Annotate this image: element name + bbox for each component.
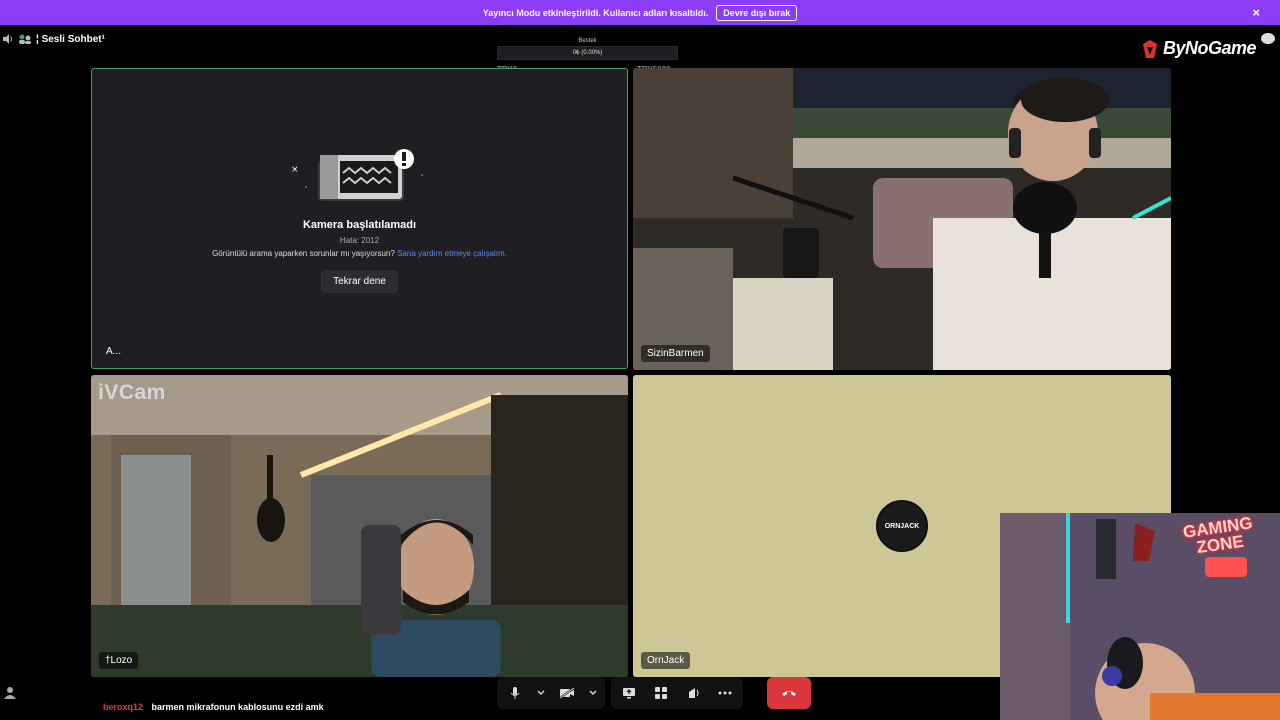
screen-share-icon[interactable] xyxy=(617,681,641,705)
chat-text: barmen mikrafonun kablosunu ezdi amk xyxy=(151,702,324,712)
retry-camera-button[interactable]: Tekrar dene xyxy=(321,270,398,293)
voice-users-icon xyxy=(18,33,32,45)
chevron-down-icon[interactable] xyxy=(535,681,547,705)
close-icon[interactable]: × xyxy=(1252,6,1260,19)
chat-message: beroxq12 barmen mikrafonun kablosunu ezd… xyxy=(103,702,324,712)
camera-error-code: Hata: 2012 xyxy=(339,236,380,245)
channel-header: ¦ Sesli Sohbet¹ xyxy=(2,33,105,45)
activities-icon[interactable] xyxy=(649,681,673,705)
mic-camera-group xyxy=(497,677,605,709)
banner-text: Yayıncı Modu etkinleştirildi. Kullanıcı … xyxy=(482,7,709,18)
camera-error-panel: × Kamera başlatılamadı Hata: 2012 Görünt… xyxy=(92,149,627,293)
bynogame-logo: ByNoGame xyxy=(1141,38,1257,59)
video-tile-user-a[interactable]: × Kamera başlatılamadı Hata: 2012 Görünt… xyxy=(91,68,628,369)
microphone-icon[interactable] xyxy=(503,681,527,705)
logo-text: ByNoGame xyxy=(1162,38,1257,58)
disable-streamer-mode-button[interactable]: Devre dışı bırak xyxy=(716,4,798,21)
streamer-webcam-overlay: GAMING ZONE xyxy=(1000,513,1280,720)
goal-value: 0₺ (0.00%) xyxy=(572,50,603,56)
video-tile-sizinbarmen[interactable]: SizinBarmen xyxy=(633,68,1171,370)
camera-off-icon[interactable] xyxy=(555,681,579,705)
participant-name-tag: OrnJack xyxy=(641,652,691,669)
broken-camera-icon: × xyxy=(290,149,430,209)
bynogame-logo-icon xyxy=(1142,39,1157,58)
avatar: ORNJACK xyxy=(876,500,928,552)
camera-help-question: Görüntülü arama yaparken sorunlar mı yaş… xyxy=(212,249,395,258)
chevron-down-icon[interactable] xyxy=(587,681,599,705)
speaker-icon xyxy=(2,33,14,45)
participant-name-tag: SizinBarmen xyxy=(641,345,710,362)
more-options-icon[interactable] xyxy=(713,681,737,705)
chat-bubble-icon xyxy=(1261,33,1275,44)
video-tile-lozo[interactable]: iVCam †Lozo xyxy=(91,375,628,677)
camera-help-text: Görüntülü arama yaparken sorunlar mı yaş… xyxy=(92,249,627,258)
soundboard-icon[interactable] xyxy=(681,681,705,705)
voice-call-window: Yayıncı Modu etkinleştirildi. Kullanıcı … xyxy=(0,0,1280,720)
goal-label: Bestek xyxy=(578,38,597,44)
ivcam-watermark: iVCam xyxy=(98,381,166,404)
svg-text:×: × xyxy=(291,165,299,175)
goal-progress-bar: 0₺ (0.00%) xyxy=(497,46,678,60)
participant-name-tag: †Lozo xyxy=(99,652,139,669)
channel-title: ¦ Sesli Sohbet¹ xyxy=(36,33,105,45)
camera-error-title: Kamera başlatılamadı xyxy=(302,219,417,231)
hang-up-icon xyxy=(782,691,796,696)
user-settings-icon[interactable] xyxy=(3,686,17,705)
camera-help-link[interactable]: Sana yardım etmeye çalışalım. xyxy=(397,249,507,258)
goal-progress-widget: Bestek 0₺ (0.00%) xyxy=(497,36,678,60)
disconnect-call-button[interactable] xyxy=(767,677,811,709)
streamer-mode-banner: Yayıncı Modu etkinleştirildi. Kullanıcı … xyxy=(0,0,1280,25)
webcam-feed-image xyxy=(633,68,1171,370)
chat-username: beroxq12 xyxy=(103,702,144,712)
webcam-feed-image xyxy=(91,375,628,677)
call-actions-group xyxy=(611,677,743,709)
call-controls xyxy=(497,677,811,709)
participant-name-tag: A... xyxy=(106,346,122,357)
